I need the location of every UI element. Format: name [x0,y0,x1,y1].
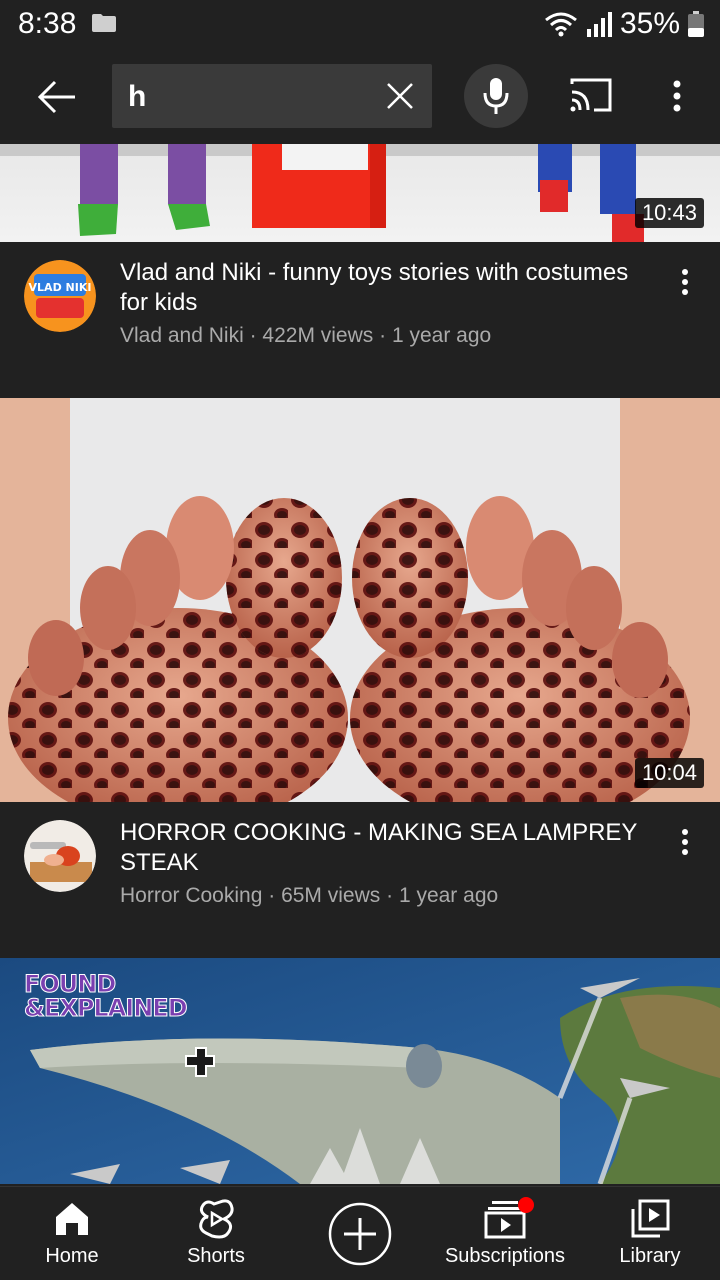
nav-label: Shorts [187,1245,245,1267]
home-icon [56,1203,88,1235]
notification-dot [518,1197,534,1213]
logo-line-2: &EXPLAINED [24,994,189,1022]
create-button[interactable] [326,1187,394,1280]
video-more-button[interactable] [670,822,700,862]
nav-label: Library [619,1245,681,1267]
svg-text:VLAD NIKI: VLAD NIKI [29,281,92,294]
video-meta[interactable]: HORROR COOKING - MAKING SEA LAMPREY STEA… [0,802,720,942]
video-title[interactable]: HORROR COOKING - MAKING SEA LAMPREY STEA… [120,818,640,878]
plus-circle-icon [328,1202,392,1266]
logo-line-1: FOUND [24,970,117,998]
battery-icon [688,11,704,37]
back-button[interactable] [32,72,82,122]
video-more-button[interactable] [670,262,700,302]
upload-age: 1 year ago [391,324,492,347]
nav-subscriptions[interactable]: Subscriptions [440,1187,570,1280]
channel-name: Vlad and Niki [120,324,244,347]
clear-search-button[interactable] [382,78,418,114]
nav-label: Home [45,1245,99,1267]
nav-label: Subscriptions [444,1245,566,1267]
wifi-icon [545,12,577,37]
video-duration: 10:04 [634,758,704,788]
search-input[interactable]: h [112,64,432,128]
cast-icon [570,78,612,112]
arrow-left-icon [37,80,75,114]
video-subtitle: Horror Cooking · 65M views · 1 year ago [120,884,499,907]
folder-icon [92,14,116,32]
channel-name: Horror Cooking [120,884,263,907]
more-vertical-icon [682,269,688,295]
upload-age: 1 year ago [398,884,499,907]
vlad-niki-logo: VLAD NIKI [24,260,96,332]
video-title[interactable]: Vlad and Niki - funny toys stories with … [120,258,640,318]
video-meta[interactable]: VLAD NIKI Vlad and Niki - funny toys sto… [0,242,720,382]
shorts-icon [199,1199,234,1239]
voice-search-button[interactable] [464,64,528,128]
status-time: 8:38 [18,7,77,40]
microphone-icon [483,78,509,114]
view-count: 422M views [262,324,374,347]
thumbnail-image [0,144,720,242]
channel-avatar[interactable]: VLAD NIKI [24,260,96,332]
search-query[interactable]: h [128,80,146,114]
video-duration: 10:43 [634,198,704,228]
video-subtitle: Vlad and Niki · 422M views · 1 year ago [120,324,492,347]
nav-shorts[interactable]: Shorts [176,1187,256,1280]
more-vertical-icon [682,829,688,855]
video-thumbnail[interactable]: 10:43 [0,144,720,242]
library-icon [631,1199,670,1238]
battery-percent: 35% [619,7,680,40]
bottom-navigation: Home Shorts Subscriptions Library [0,1186,720,1280]
horror-cooking-avatar [24,820,96,892]
channel-logo-overlay: FOUND &EXPLAINED [24,970,189,1022]
nav-home[interactable]: Home [30,1187,114,1280]
nav-library[interactable]: Library [610,1187,690,1280]
status-indicators: 35% [544,7,704,41]
status-bar: 8:38 35% [0,0,720,50]
close-icon [387,83,413,109]
more-options-button[interactable] [662,76,692,116]
thumbnail-image [0,398,720,802]
cast-button[interactable] [568,76,614,116]
channel-avatar[interactable] [24,820,96,892]
signal-icon [586,12,612,37]
video-thumbnail[interactable]: FOUND &EXPLAINED [0,958,720,1184]
search-app-bar: h [0,50,720,144]
view-count: 65M views [281,884,381,907]
more-vertical-icon [673,80,681,112]
video-thumbnail[interactable]: 10:04 [0,398,720,802]
